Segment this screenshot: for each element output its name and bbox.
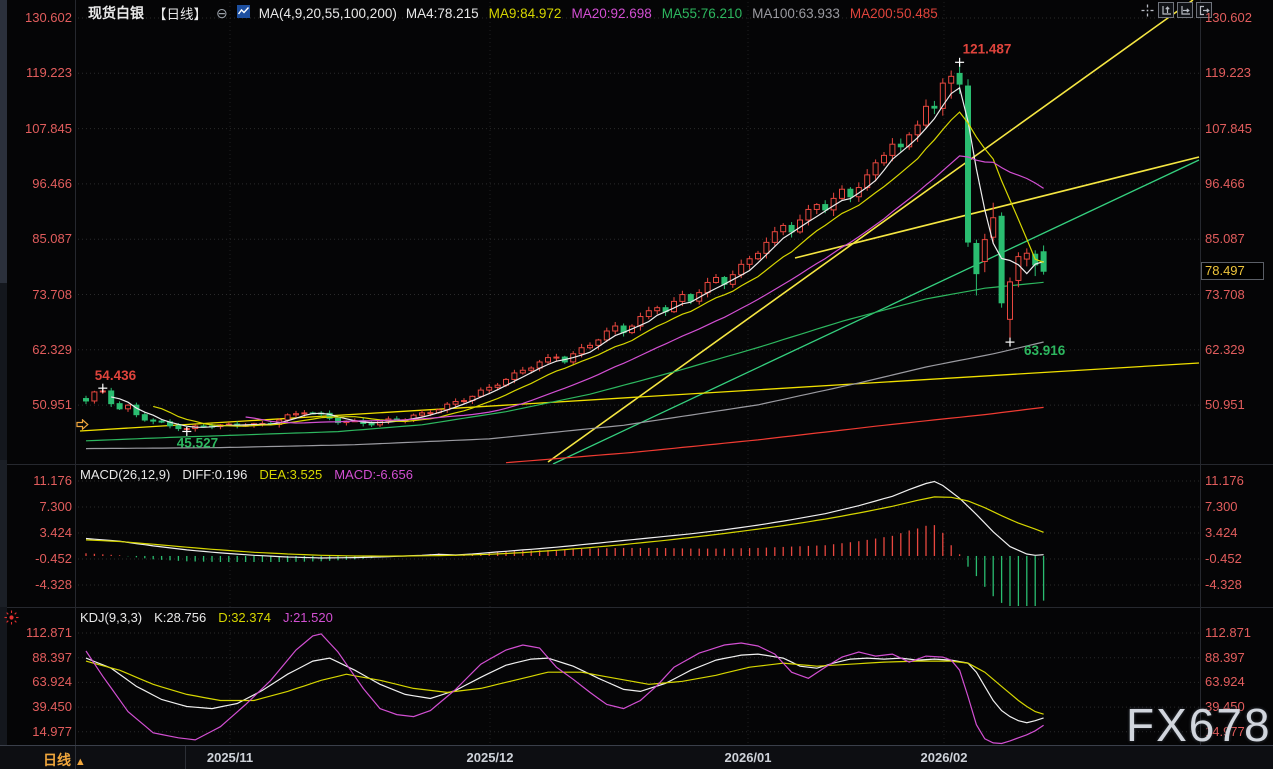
axis-label: 130.602 [8, 11, 72, 25]
axis-label: 11.176 [1205, 474, 1271, 488]
macd-value-label: MACD:-6.656 [334, 467, 413, 482]
chevron-up-icon: ▲ [75, 756, 86, 768]
axis-label: 3.424 [1205, 526, 1271, 540]
time-axis-bar[interactable]: 日线 ▲ 2025/11 2025/12 2026/01 2026/02 [0, 745, 1273, 769]
axis-label: 50.951 [8, 398, 72, 412]
axis-label: 85.087 [1205, 232, 1271, 246]
price-chart-canvas[interactable]: 54.436 45.527 121.487 63.916 [0, 0, 1273, 745]
kdj-value-label: KDJ(9,3,3) [80, 610, 142, 625]
symbol-name: 现货白银 [88, 3, 144, 23]
trendlines-layer [80, 0, 1199, 464]
kdj-value-label: J:21.520 [283, 610, 333, 625]
fx678-watermark: FX678 [1126, 698, 1272, 752]
bottom-bar-separator [75, 746, 76, 769]
ma-value-label: MA4:78.215 [406, 6, 479, 21]
axis-label: 11.176 [8, 474, 72, 488]
macd-header: MACD(26,12,9) DIFF:0.196 DEA:3.525 MACD:-6.… [80, 467, 413, 482]
time-axis-label: 2026/01 [725, 750, 772, 765]
period-selector[interactable]: 日线 ▲ [43, 750, 86, 769]
panel-separator-macd [7, 464, 1273, 465]
kdj-value-label: D:32.374 [218, 610, 271, 625]
bottom-bar-separator [185, 746, 186, 769]
axis-label: 63.924 [1205, 675, 1271, 689]
position-marker-icon [76, 418, 89, 436]
time-axis-label: 2025/12 [467, 750, 514, 765]
price-annotation: 54.436 [95, 368, 137, 383]
ma-value-label: MA55:76.210 [662, 6, 742, 21]
pan-crosshair-icon[interactable] [1139, 2, 1155, 18]
candles-layer [84, 62, 1047, 431]
macd-layer [86, 482, 1044, 607]
axis-label: 130.602 [1205, 11, 1271, 25]
price-annotation: 63.916 [1024, 343, 1066, 358]
axis-label: -0.452 [1205, 552, 1271, 566]
axis-label: 96.466 [8, 177, 72, 191]
collapse-icon[interactable]: ⊖ [216, 5, 228, 22]
axis-label: 62.329 [1205, 343, 1271, 357]
ma-settings-label: MA(4,9,20,55,100,200) [259, 6, 397, 21]
price-annotation: 121.487 [963, 41, 1012, 56]
axis-label: 63.924 [8, 675, 72, 689]
axis-label: 73.708 [1205, 288, 1271, 302]
axis-label: -4.328 [8, 578, 72, 592]
macd-value-label: DEA:3.525 [259, 467, 322, 482]
price-annotation: 45.527 [177, 435, 218, 450]
axis-separator-right [1200, 0, 1201, 745]
axis-label: 107.845 [8, 122, 72, 136]
axis-label: 7.300 [8, 500, 72, 514]
axis-label: 96.466 [1205, 177, 1271, 191]
pane-axis-up-icon[interactable] [1158, 2, 1174, 18]
period-selector-label: 日线 [43, 752, 71, 768]
axis-label: 50.951 [1205, 398, 1271, 412]
axis-label: 73.708 [8, 288, 72, 302]
indicator-icon [237, 5, 250, 21]
time-axis-label: 2026/02 [921, 750, 968, 765]
axis-label: 62.329 [8, 343, 72, 357]
chart-window: 54.436 45.527 121.487 63.916 现货白银 【日线】 ⊖ MA… [0, 0, 1273, 769]
kdj-value-label: K:28.756 [154, 610, 206, 625]
panel-separator-kdj [7, 607, 1273, 608]
axis-label: 7.300 [1205, 500, 1271, 514]
main-chart-header: 现货白银 【日线】 ⊖ MA(4,9,20,55,100,200) MA4:78… [88, 3, 938, 23]
axis-label: 14.977 [8, 725, 72, 739]
ma-overlays-layer [86, 282, 1044, 462]
axis-label: -0.452 [8, 552, 72, 566]
time-axis-label: 2025/11 [207, 750, 253, 765]
ma-line-9 [153, 112, 1043, 426]
axis-label: 112.871 [1205, 626, 1271, 640]
axis-label: -4.328 [1205, 578, 1271, 592]
axis-label: 39.450 [8, 700, 72, 714]
chart-toolbar [1139, 2, 1212, 18]
period-tag: 【日线】 [153, 3, 207, 23]
ma-line-4 [111, 88, 1043, 427]
macd-value-label: DIFF:0.196 [182, 467, 247, 482]
pane-axis-right-icon[interactable] [1177, 2, 1193, 18]
axis-label: 119.223 [1205, 66, 1271, 80]
annotations-layer: 54.436 45.527 121.487 63.916 [95, 41, 1066, 450]
ma-value-label: MA200:50.485 [850, 6, 938, 21]
ma-value-label: MA20:92.698 [571, 6, 651, 21]
axis-label: 88.397 [1205, 651, 1271, 665]
ma-value-label: MA100:63.933 [752, 6, 840, 21]
axis-label: 88.397 [8, 651, 72, 665]
current-price-badge: 78.497 [1201, 262, 1264, 280]
axis-separator-left [75, 0, 76, 745]
ma-value-label: MA9:84.972 [489, 6, 562, 21]
computed-ma-layer [111, 88, 1043, 427]
hot-indicator-icon[interactable] [3, 609, 20, 631]
axis-label: 85.087 [8, 232, 72, 246]
kdj-header: KDJ(9,3,3) K:28.756 D:32.374 J:21.520 [80, 610, 333, 625]
axis-label: 119.223 [8, 66, 72, 80]
macd-value-label: MACD(26,12,9) [80, 467, 170, 482]
ma-values-list: MA4:78.215 MA9:84.972 MA20:92.698 MA55:76.2… [406, 6, 938, 21]
axis-label: 3.424 [8, 526, 72, 540]
axis-label: 107.845 [1205, 122, 1271, 136]
